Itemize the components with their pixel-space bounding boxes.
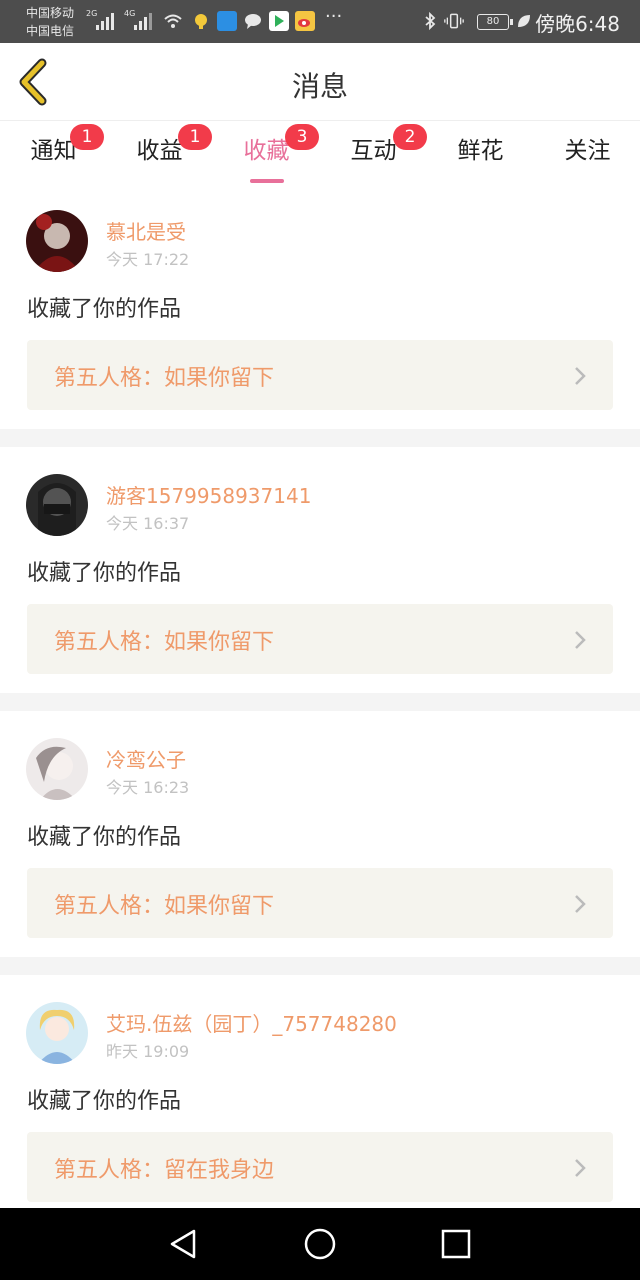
system-nav-bar <box>0 1208 640 1280</box>
tab-notifications[interactable]: 通知 1 <box>0 124 107 183</box>
tab-bar: 通知 1 收益 1 收藏 3 互动 2 鲜花 关注 <box>0 121 640 183</box>
page-title: 消息 <box>291 70 348 103</box>
tab-following[interactable]: 关注 <box>534 131 640 183</box>
recents-square-icon[interactable] <box>438 1226 474 1262</box>
chat-icon <box>245 14 261 29</box>
work-link[interactable]: 第五人格：如果你留下 <box>27 868 613 938</box>
tab-flowers[interactable]: 鲜花 <box>427 131 534 183</box>
carrier-1: 中国移动 <box>26 6 75 20</box>
action-text: 收藏了你的作品 <box>27 561 182 586</box>
avatar[interactable] <box>26 210 88 272</box>
more-notifications: ··· <box>325 6 343 27</box>
unread-badge: 1 <box>178 124 212 150</box>
chevron-right-icon <box>575 895 586 913</box>
timestamp: 今天 17:22 <box>106 250 190 269</box>
weibo-icon <box>295 11 315 31</box>
header: 消息 <box>0 43 640 121</box>
leaf-icon <box>518 15 530 27</box>
list-item: 游客1579958937141 今天 16:37 收藏了你的作品 第五人格：如果… <box>0 447 640 693</box>
action-text: 收藏了你的作品 <box>27 1089 182 1114</box>
message-list: 慕北是受 今天 17:22 收藏了你的作品 第五人格：如果你留下 游客15799… <box>0 183 640 1208</box>
action-text: 收藏了你的作品 <box>27 825 182 850</box>
username[interactable]: 冷鸾公子 <box>106 744 186 773</box>
chevron-right-icon <box>575 1159 586 1177</box>
avatar[interactable] <box>26 738 88 800</box>
username[interactable]: 艾玛.伍兹（园丁）_757748280 <box>106 1008 397 1037</box>
tab-label: 关注 <box>564 138 611 164</box>
work-title: 第五人格：如果你留下 <box>54 630 275 655</box>
status-bar: 中国移动 中国电信 2G 4G ··· 80 傍晚6:48 <box>0 0 640 43</box>
username[interactable]: 游客1579958937141 <box>106 480 311 509</box>
timestamp: 昨天 19:09 <box>106 1042 190 1061</box>
chevron-right-icon <box>575 367 586 385</box>
home-circle-icon[interactable] <box>302 1226 338 1262</box>
chevron-right-icon <box>575 631 586 649</box>
carrier-info: 中国移动 中国电信 <box>26 4 86 40</box>
divider <box>0 693 640 711</box>
avatar[interactable] <box>26 474 88 536</box>
clock: 傍晚6:48 <box>535 12 620 36</box>
signal-icon <box>96 12 116 30</box>
tab-earnings[interactable]: 收益 1 <box>106 124 213 183</box>
divider <box>0 957 640 975</box>
vibrate-icon <box>444 13 464 29</box>
tab-label: 收藏 <box>243 138 290 164</box>
unread-badge: 2 <box>393 124 427 150</box>
tab-label: 通知 <box>30 138 77 164</box>
timestamp: 今天 16:23 <box>106 778 190 797</box>
timestamp: 今天 16:37 <box>106 514 190 533</box>
work-title: 第五人格：留在我身边 <box>54 1158 275 1183</box>
work-title: 第五人格：如果你留下 <box>54 894 275 919</box>
work-title: 第五人格：如果你留下 <box>54 366 275 391</box>
bluetooth-icon <box>425 11 436 31</box>
tab-label: 收益 <box>136 138 183 164</box>
tab-favorites[interactable]: 收藏 3 <box>213 124 320 183</box>
action-text: 收藏了你的作品 <box>27 297 182 322</box>
unread-badge: 1 <box>70 124 104 150</box>
work-link[interactable]: 第五人格：如果你留下 <box>27 340 613 410</box>
battery-icon: 80 <box>477 14 513 30</box>
tab-label: 鲜花 <box>457 138 504 164</box>
carrier-2: 中国电信 <box>26 24 75 38</box>
work-link[interactable]: 第五人格：留在我身边 <box>27 1132 613 1202</box>
signal-icon <box>134 12 154 30</box>
wifi-hotspot-icon <box>217 11 237 31</box>
username[interactable]: 慕北是受 <box>106 216 186 245</box>
list-item: 艾玛.伍兹（园丁）_757748280 昨天 19:09 收藏了你的作品 第五人… <box>0 975 640 1208</box>
play-store-icon <box>269 11 289 31</box>
back-triangle-icon[interactable] <box>166 1226 202 1262</box>
divider <box>0 429 640 447</box>
list-item: 慕北是受 今天 17:22 收藏了你的作品 第五人格：如果你留下 <box>0 183 640 429</box>
work-link[interactable]: 第五人格：如果你留下 <box>27 604 613 674</box>
wifi-icon <box>164 14 182 28</box>
tab-label: 互动 <box>350 138 397 164</box>
tab-interactions[interactable]: 互动 2 <box>320 124 427 183</box>
avatar[interactable] <box>26 1002 88 1064</box>
unread-badge: 3 <box>285 124 319 150</box>
bulb-icon <box>195 14 207 29</box>
list-item: 冷鸾公子 今天 16:23 收藏了你的作品 第五人格：如果你留下 <box>0 711 640 957</box>
